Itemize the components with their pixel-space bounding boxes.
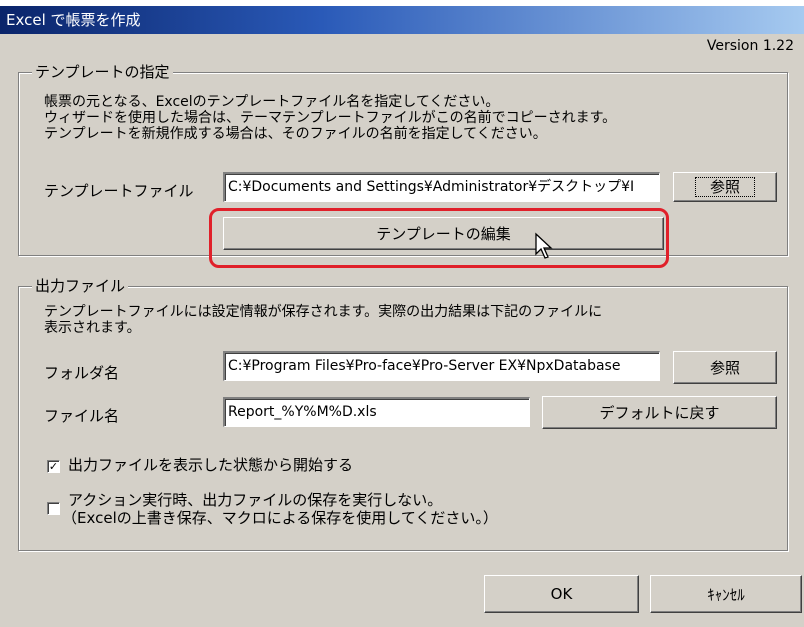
output-group-legend: 出力ファイル bbox=[32, 277, 129, 295]
folder-input[interactable]: C:¥Program Files¥Pro-face¥Pro-Server EX¥… bbox=[223, 351, 660, 381]
dialog-window: Excel で帳票を作成 Version 1.22 テンプレートの指定 帳票の元… bbox=[0, 6, 804, 627]
no-save-checkbox[interactable] bbox=[47, 502, 60, 515]
show-output-label: 出力ファイルを表示した状態から開始する bbox=[68, 456, 354, 474]
cancel-button[interactable]: ｷｬﾝｾﾙ bbox=[650, 575, 802, 613]
title-bar: Excel で帳票を作成 bbox=[0, 6, 804, 34]
output-description-line-1: テンプレートファイルには設定情報が保存されます。実際の出力結果は下記のファイルに bbox=[44, 304, 603, 320]
filename-label: ファイル名 bbox=[44, 407, 120, 425]
filename-input[interactable]: Report_%Y%M%D.xls bbox=[223, 397, 530, 427]
template-description-line-2: ウィザードを使用した場合は、テーマテンプレートファイルがこの名前でコピーされます… bbox=[44, 110, 617, 126]
default-button[interactable]: デフォルトに戻す bbox=[542, 396, 777, 429]
template-file-input[interactable]: C:¥Documents and Settings¥Administrator¥… bbox=[223, 172, 660, 202]
ok-button[interactable]: OK bbox=[484, 575, 639, 613]
template-browse-button[interactable]: 参照 bbox=[673, 172, 777, 202]
template-description-line-3: テンプレートを新規作成する場合は、そのファイルの名前を指定してください。 bbox=[44, 126, 547, 142]
template-browse-label: 参照 bbox=[694, 177, 755, 197]
show-output-checkbox[interactable]: ✓ bbox=[47, 460, 60, 473]
window-title: Excel で帳票を作成 bbox=[6, 11, 141, 29]
version-label: Version 1.22 bbox=[706, 38, 794, 54]
no-save-label-line-1: アクション実行時、出力ファイルの保存を実行しない。 bbox=[68, 491, 443, 509]
output-description-line-2: 表示されます。 bbox=[44, 320, 141, 336]
folder-browse-button[interactable]: 参照 bbox=[673, 351, 777, 384]
no-save-label-line-2: （Excelの上書き保存、マクロによる保存を使用してください。） bbox=[62, 509, 498, 527]
mouse-cursor-icon bbox=[535, 232, 553, 259]
template-description-line-1: 帳票の元となる、Excelのテンプレートファイル名を指定してください。 bbox=[44, 94, 500, 110]
template-file-label: テンプレートファイル bbox=[44, 182, 194, 200]
folder-label: フォルダ名 bbox=[44, 364, 120, 382]
highlight-box bbox=[209, 208, 669, 268]
template-group-legend: テンプレートの指定 bbox=[32, 63, 173, 81]
